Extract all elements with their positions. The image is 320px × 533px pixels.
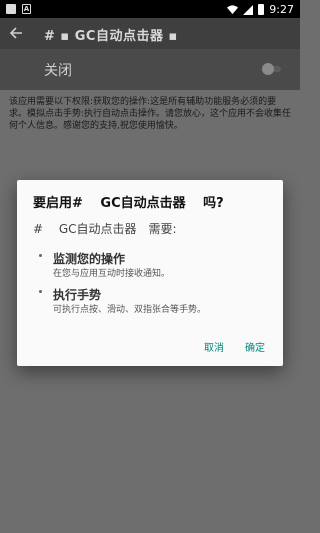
- switch-label: 关闭: [44, 63, 72, 79]
- toolbar: # ▪ GC自动点击器 ▪: [0, 18, 300, 49]
- battery-icon: [258, 4, 265, 15]
- a-notification-icon: A: [22, 4, 31, 14]
- status-bar: A 9:27: [0, 0, 300, 18]
- page-title: # ▪ GC自动点击器 ▪: [44, 29, 178, 44]
- status-left: A: [6, 4, 31, 14]
- back-arrow-icon[interactable]: [9, 26, 23, 40]
- permission-desc: 在您与应用互动时接收通知。: [53, 269, 171, 279]
- service-switch-row[interactable]: 关闭: [0, 49, 300, 90]
- dialog-title: 要启用# GC自动点击器 吗?: [33, 196, 224, 211]
- wifi-icon: [227, 5, 239, 15]
- permission-title: 执行手势: [53, 288, 102, 302]
- cancel-button[interactable]: 取消: [204, 339, 224, 354]
- permission-title: 监测您的操作: [53, 252, 126, 266]
- permission-description: 该应用需要以下权限:获取您的操作:这是所有辅助功能服务必须的要求。模拟点击手势:…: [9, 97, 292, 131]
- permission-desc: 可执行点按、滑动、双指张合等手势。: [53, 305, 207, 315]
- toggle-thumb: [262, 63, 274, 75]
- enable-service-dialog: 要启用# GC自动点击器 吗? # GC自动点击器 需要: 监测您的操作 在您与…: [17, 180, 283, 366]
- service-toggle[interactable]: [262, 63, 284, 75]
- status-time: 9:27: [269, 3, 294, 16]
- ok-button[interactable]: 确定: [245, 339, 265, 354]
- image-notification-icon: [6, 4, 16, 14]
- bullet-icon: [39, 254, 42, 257]
- bullet-icon: [39, 290, 42, 293]
- status-right: 9:27: [227, 3, 294, 16]
- dialog-subtitle: # GC自动点击器 需要:: [33, 222, 177, 236]
- signal-icon: [243, 4, 254, 15]
